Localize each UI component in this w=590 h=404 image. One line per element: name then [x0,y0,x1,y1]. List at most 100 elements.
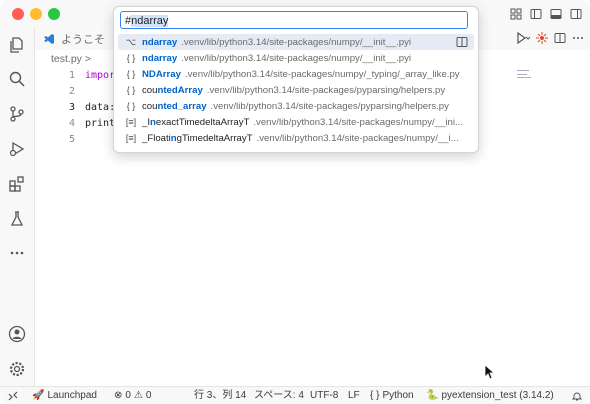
settings-gear-icon[interactable] [7,359,27,379]
result-name-highlight: nted_array [157,101,207,112]
python-interpreter[interactable]: 🐍 pyextension_test (3.14.2) [426,387,554,404]
minimap[interactable] [517,68,547,84]
close-window-button[interactable] [12,8,24,20]
result-path: .venv/lib/python3.14/site-packages/numpy… [181,37,412,48]
line-number: 2 [68,86,75,97]
vscode-window: ようこそ test.py > 1 impor 2 3 data: 4 print 5 … [0,0,590,404]
warning-count: 0 [145,390,152,401]
result-path: .venv/lib/python3.14/site-packages/pypar… [210,101,449,112]
result-name-highlight: ndarray [142,53,178,64]
customize-layout-icon[interactable] [508,6,524,22]
remote-indicator-icon[interactable] [8,387,18,404]
error-icon: ⊗ [114,390,123,401]
status-bar: 🚀 Launchpad ⊗ 0 ⚠ 0 行 3、列 14 スペース: 4 UTF-8 L… [0,386,590,404]
explorer-icon[interactable] [7,35,27,55]
class-icon: [≡] [125,133,137,143]
launchpad-item[interactable]: 🚀 Launchpad [32,387,97,404]
testing-flask-icon[interactable] [7,209,27,229]
result-name-prefix: _Floati [142,133,171,144]
quick-open-results: ⌥ ndarray .venv/lib/python3.14/site-packag… [118,34,474,146]
result-name-highlight: NDArray [142,69,181,80]
problems-item[interactable]: ⊗ 0 ⚠ 0 [114,387,151,404]
quick-open-result[interactable]: { } ndarray .venv/lib/python3.14/site-pack… [118,50,474,66]
cursor-position[interactable]: 行 3、列 14 [194,387,246,404]
result-path: .venv/lib/python3.14/site-packages/numpy… [256,133,459,144]
python-extension-icon: 🐍 [426,390,439,401]
result-path: .venv/lib/python3.14/site-packages/numpy… [253,117,463,128]
breadcrumb-separator: > [84,53,91,65]
tab-welcome[interactable]: ようこそ [35,28,113,50]
quick-open-result[interactable]: ⌥ ndarray .venv/lib/python3.14/site-packag… [118,34,474,50]
result-path: .venv/lib/python3.14/site-packages/numpy… [181,53,412,64]
vscode-logo-icon [43,33,55,45]
breadcrumb-file[interactable]: test.py [51,53,82,65]
result-name: _FloatingTimedeltaArrayT [142,133,253,144]
open-to-side-icon[interactable] [456,36,468,48]
line-number: 3 [68,102,75,113]
line-number: 5 [68,134,75,145]
activity-bar [0,28,35,386]
result-name: ndarray [142,37,177,48]
rocket-icon: 🚀 [32,390,45,401]
class-icon: [≡] [125,117,137,127]
warning-icon: ⚠ [133,390,143,401]
line-content: print [85,118,116,129]
quick-open-widget: #ndarray ⌥ ndarray .venv/lib/python3.14/si… [113,6,479,153]
result-name-prefix: cou [142,101,158,112]
search-icon[interactable] [7,69,27,89]
split-editor-icon[interactable] [554,32,566,44]
interpreter-label: pyextension_test (3.14.2) [441,390,554,401]
layout-controls [508,6,584,22]
result-name: counted_array [142,101,207,112]
more-icon[interactable] [7,243,27,263]
braces-icon: { } [126,69,136,79]
toggle-primary-sidebar-icon[interactable] [528,6,544,22]
quick-open-result[interactable]: { } counted_array .venv/lib/python3.14/sit… [118,98,474,114]
line-number: 4 [68,118,75,129]
run-python-file-icon[interactable] [516,32,530,44]
quick-open-result[interactable]: [≡] _InexactTimedeltaArrayT .venv/lib/pyth… [118,114,474,130]
result-name: _InexactTimedeltaArrayT [142,117,249,128]
error-count: 0 [125,390,131,401]
launchpad-label: Launchpad [47,390,97,401]
extensions-icon[interactable] [7,174,27,194]
encoding[interactable]: UTF-8 [310,387,338,404]
braces-icon: { } [370,390,380,401]
result-name-highlight: ndarray [142,37,178,48]
more-actions-icon[interactable] [572,32,584,44]
extension-sparkle-icon[interactable] [536,32,548,44]
language-label: Python [382,390,414,401]
notifications-bell-icon[interactable] [572,387,582,404]
alias-icon: ⌥ [125,37,137,47]
language-mode[interactable]: { } Python [370,387,414,404]
run-and-debug-icon[interactable] [7,139,27,159]
source-control-icon[interactable] [7,104,27,124]
result-name-suffix: gTimedeltaArrayT [176,133,253,144]
account-icon[interactable] [7,324,27,344]
result-name-highlight: ntedArray [157,85,203,96]
end-of-line[interactable]: LF [348,387,360,404]
zoom-window-button[interactable] [48,8,60,20]
result-name: ndarray [142,53,177,64]
result-name-prefix: cou [142,85,158,96]
tab-label: ようこそ [61,34,105,46]
result-name: countedArray [142,85,203,96]
line-number: 1 [68,70,75,81]
input-selected-text: ndarray [131,15,169,27]
braces-icon: { } [126,101,136,111]
braces-icon: { } [126,53,136,63]
result-name-prefix: _I [142,117,151,128]
line-content: data: [85,102,116,113]
quick-open-input[interactable]: #ndarray [120,11,468,29]
quick-open-result[interactable]: { } countedArray .venv/lib/python3.14/site… [118,82,474,98]
toggle-panel-icon[interactable] [548,6,564,22]
minimize-window-button[interactable] [30,8,42,20]
result-name: NDArray [142,69,181,80]
indentation[interactable]: スペース: 4 [254,387,304,404]
toggle-secondary-sidebar-icon[interactable] [568,6,584,22]
mouse-pointer-icon [484,364,494,380]
quick-open-result[interactable]: { } NDArray .venv/lib/python3.14/site-pack… [118,66,474,82]
editor-actions [516,32,584,44]
quick-open-result[interactable]: [≡] _FloatingTimedeltaArrayT .venv/lib/pyt… [118,130,474,146]
result-name-suffix: exactTimedeltaArrayT [155,117,250,128]
